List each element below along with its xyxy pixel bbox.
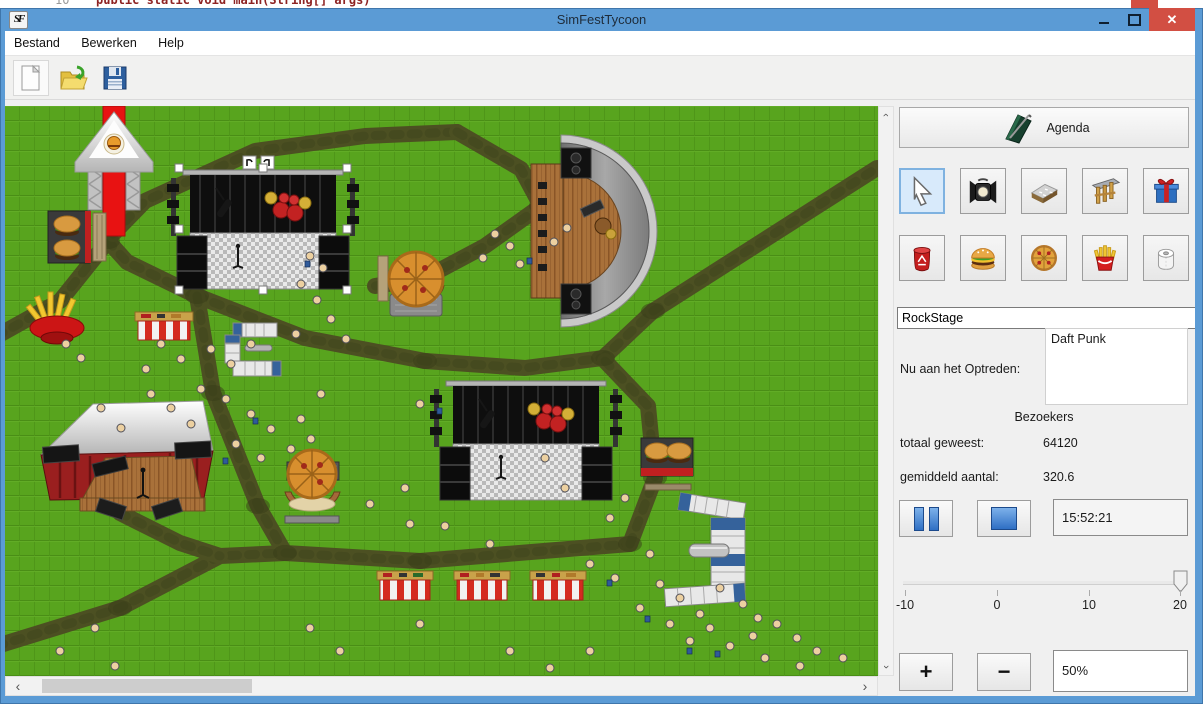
background-line-number: 10 (55, 0, 69, 7)
tool-pizza[interactable] (1021, 235, 1067, 281)
pause-icon (914, 507, 939, 531)
slider-tick-20: 20 (1160, 598, 1195, 612)
window-title: SimFestTycoon (0, 8, 1203, 31)
slider-tick-minus10: -10 (885, 598, 925, 612)
clock-display: 15:52:21 (1053, 499, 1188, 536)
menu-bewerken[interactable]: Bewerken (72, 31, 146, 55)
menu-bar: Bestand Bewerken Help (5, 31, 1195, 56)
tool-path-tile[interactable] (1021, 168, 1067, 214)
path-tile-icon (1027, 174, 1061, 208)
tool-hamburger[interactable] (960, 235, 1006, 281)
present-icon (1149, 174, 1183, 208)
minimize-button[interactable] (1089, 8, 1119, 31)
maximize-icon (1128, 14, 1141, 26)
open-file-button[interactable] (55, 60, 91, 96)
trash-bin-icon (905, 241, 939, 275)
tool-select[interactable] (899, 168, 945, 214)
control-panel: Agenda (897, 100, 1191, 692)
striped-stand-3[interactable] (454, 571, 510, 600)
visitors-header: Bezoekers (897, 410, 1191, 424)
scroll-up-icon[interactable]: › (878, 108, 894, 122)
close-button[interactable]: ✕ (1149, 8, 1195, 31)
striped-stand-2[interactable] (377, 571, 433, 600)
now-performing-label: Nu aan het Optreden: (900, 362, 1020, 376)
average-visitors-label: gemiddeld aantal: (900, 470, 999, 484)
striped-stand-1[interactable] (135, 312, 193, 340)
entrance-gate-icon (1088, 174, 1122, 208)
total-visitors-label: totaal geweest: (900, 436, 984, 450)
toilet-roll-icon (1149, 241, 1183, 275)
stop-icon (991, 507, 1017, 530)
speed-slider-track[interactable] (903, 581, 1187, 585)
cursor-icon (905, 174, 939, 208)
festival-map[interactable] (5, 106, 878, 676)
stage-center[interactable] (430, 381, 622, 500)
burger-stand-1[interactable] (48, 211, 91, 263)
background-close-button-sliver (1131, 0, 1158, 8)
total-visitors-value: 64120 (1043, 436, 1078, 450)
tool-entrance-gate[interactable] (1082, 168, 1128, 214)
maximize-button[interactable] (1119, 8, 1149, 31)
background-code-fragment: public static void main(String[] args) (96, 0, 371, 7)
slider-tick-10: 10 (1069, 598, 1109, 612)
scroll-down-icon[interactable]: › (878, 660, 894, 674)
menu-help[interactable]: Help (149, 31, 193, 55)
map-horizontal-scrollbar[interactable]: ‹ › (5, 676, 878, 696)
tool-trash-bin[interactable] (899, 235, 945, 281)
new-file-icon (17, 64, 45, 92)
zoom-level-display: 50% (1053, 650, 1188, 692)
toolbar (5, 56, 1195, 100)
stage-rockstage[interactable] (167, 170, 359, 289)
save-file-icon (101, 64, 129, 92)
horizontal-scroll-thumb[interactable] (42, 679, 252, 693)
background-window-sliver: 10 public static void main(String[] args… (0, 0, 1203, 8)
pizza-icon (1027, 241, 1061, 275)
scroll-left-icon[interactable]: ‹ (8, 677, 28, 695)
app-window: SF SimFestTycoon ✕ Bestand Bewerken Help (0, 8, 1203, 704)
open-file-icon (58, 63, 88, 93)
save-file-button[interactable] (97, 60, 133, 96)
tool-toilet-roll[interactable] (1143, 235, 1189, 281)
bench-1[interactable] (93, 213, 106, 261)
hamburger-icon (966, 241, 1000, 275)
agenda-icon (998, 111, 1034, 145)
striped-stand-4[interactable] (530, 571, 586, 600)
stage-light-icon (966, 174, 1000, 208)
zoom-in-button[interactable]: + (899, 653, 953, 691)
agenda-label: Agenda (1046, 121, 1089, 135)
tool-present[interactable] (1143, 168, 1189, 214)
map-vertical-scrollbar[interactable]: › › (878, 106, 894, 676)
tool-stage-light[interactable] (960, 168, 1006, 214)
slider-tick-0: 0 (977, 598, 1017, 612)
minimize-icon (1099, 22, 1109, 24)
zoom-out-button[interactable]: − (977, 653, 1031, 691)
now-performing-value: Daft Punk (1045, 328, 1188, 405)
tool-fries[interactable] (1082, 235, 1128, 281)
selected-object-name-input[interactable] (897, 307, 1195, 329)
close-icon: ✕ (1167, 12, 1178, 28)
average-visitors-value: 320.6 (1043, 470, 1074, 484)
scroll-right-icon[interactable]: › (855, 677, 875, 695)
stop-button[interactable] (977, 500, 1031, 537)
pause-button[interactable] (899, 500, 953, 537)
titlebar[interactable]: SF SimFestTycoon ✕ (0, 8, 1203, 31)
agenda-button[interactable]: Agenda (899, 107, 1189, 148)
new-file-button[interactable] (13, 60, 49, 96)
fries-icon (1088, 241, 1122, 275)
menu-bestand[interactable]: Bestand (5, 31, 69, 55)
